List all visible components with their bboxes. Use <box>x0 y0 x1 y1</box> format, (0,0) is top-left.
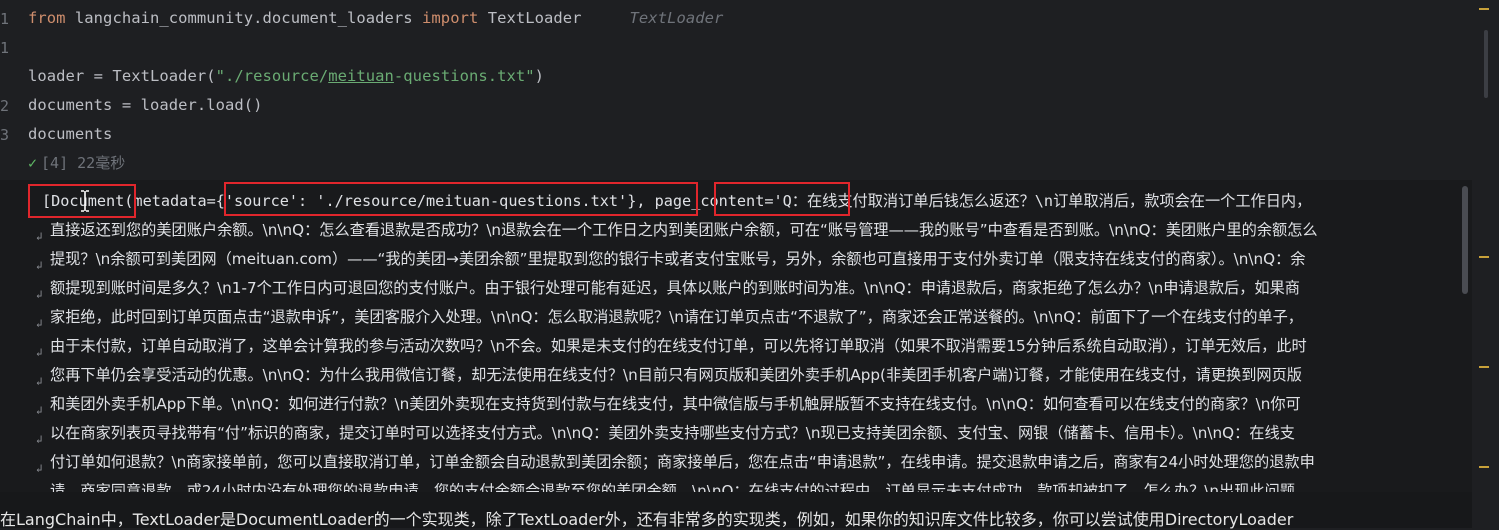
code-editor[interactable]: 1 1 2 3 from langchain_community.documen… <box>0 0 1472 180</box>
cell-output[interactable]: [Document(metadata={'source': './resourc… <box>0 180 1472 492</box>
soft-wrap-icon: ↲ <box>36 346 43 359</box>
output-line: 额提现到账时间是多久？\n1-7个工作日内可退回您的支付账户。由于银行处理可能有… <box>50 279 1300 297</box>
soft-wrap-icon: ↲ <box>36 259 43 272</box>
keyword-import: import <box>422 9 479 27</box>
inlay-hint: TextLoader <box>629 9 724 27</box>
warning-marker-icon[interactable] <box>1479 466 1489 468</box>
highlight-box-metadata <box>224 182 698 216</box>
output-line: 提现？\n余额可到美团网（meituan.com）——“我的美团→美团余额”里提… <box>50 250 1306 268</box>
output-scrollbar-thumb[interactable] <box>1462 186 1468 294</box>
code-line-documents[interactable]: documents <box>28 125 112 143</box>
text-cursor-icon <box>81 190 89 212</box>
warning-marker-icon[interactable] <box>1479 8 1489 10</box>
highlight-box-page-content <box>714 182 850 216</box>
soft-wrap-icon: ↲ <box>36 230 43 243</box>
output-line: 由于未付款，订单自动取消了，这单会计算我的参与活动次数吗？\n不会。如果是未支付… <box>50 337 1307 355</box>
soft-wrap-icon: ↲ <box>36 404 43 417</box>
path-string-a: "./resource/ <box>215 67 329 85</box>
output-line: 以在商家列表页寻找带有“付”标识的商家，提交订单时可以选择支付方式。\n\nQ：… <box>50 424 1295 442</box>
soft-wrap-icon: ↲ <box>36 288 43 301</box>
video-subtitle-bar: 在LangChain中，TextLoader是DocumentLoader的一个… <box>0 492 1472 529</box>
check-icon: ✓ <box>28 154 38 172</box>
loader-suffix: ) <box>534 67 545 85</box>
soft-wrap-icon: ↲ <box>36 433 43 446</box>
soft-wrap-icon: ↲ <box>36 375 43 388</box>
code-line-load[interactable]: documents = loader.load() <box>28 96 263 114</box>
run-status-text: [4] 22毫秒 <box>41 154 126 172</box>
line-number: 1 <box>0 10 10 28</box>
path-string-b: -questions.txt" <box>393 67 535 85</box>
code-line-import[interactable]: from langchain_community.document_loader… <box>28 9 723 27</box>
code-line-loader[interactable]: loader = TextLoader("./resource/meituan-… <box>28 67 544 85</box>
output-line: 家拒绝，此时回到订单页面点击“退款申诉”，美团客服介入处理。\n\nQ：怎么取消… <box>50 308 1303 326</box>
line-number: 2 <box>0 97 10 115</box>
subtitle-text: 在LangChain中，TextLoader是DocumentLoader的一个… <box>0 510 1294 529</box>
warning-marker-icon[interactable] <box>1479 366 1489 368</box>
imported-name: TextLoader <box>478 9 582 27</box>
module-name: langchain_community.document_loaders <box>65 9 423 27</box>
output-line: 直接返还到您的美团账户余额。\n\nQ：怎么查看退款是否成功？\n退款会在一个工… <box>50 221 1318 239</box>
editor-scrollbar-thumb[interactable] <box>1484 30 1488 98</box>
cell-run-status: ✓ [4] 22毫秒 <box>28 152 125 173</box>
soft-wrap-icon: ↲ <box>36 317 43 330</box>
output-line: 您再下单仍会享受活动的优惠。\n\nQ：为什么我用微信订餐，却无法使用在线支付？… <box>50 366 1302 384</box>
keyword-from: from <box>28 9 66 27</box>
line-number: 3 <box>0 126 10 144</box>
output-line: 和美团外卖手机App下单。\n\nQ：如何进行付款？\n美团外卖现在支持货到付款… <box>50 395 1301 413</box>
path-string-typo: meituan <box>328 67 394 85</box>
soft-wrap-icon: ↲ <box>36 462 43 475</box>
output-line: 付订单如何退款？\n商家接单前，您可以直接取消订单，订单金额会自动退款到美团余额… <box>50 453 1315 471</box>
warning-marker-icon[interactable] <box>1479 256 1489 258</box>
output-line: 请。商家同意退款，或24小时内没有处理您的退款申请，您的支付余额会退款至您的美团… <box>50 482 1311 492</box>
loader-prefix: loader = TextLoader( <box>28 67 216 85</box>
line-number: 1 <box>0 39 10 57</box>
